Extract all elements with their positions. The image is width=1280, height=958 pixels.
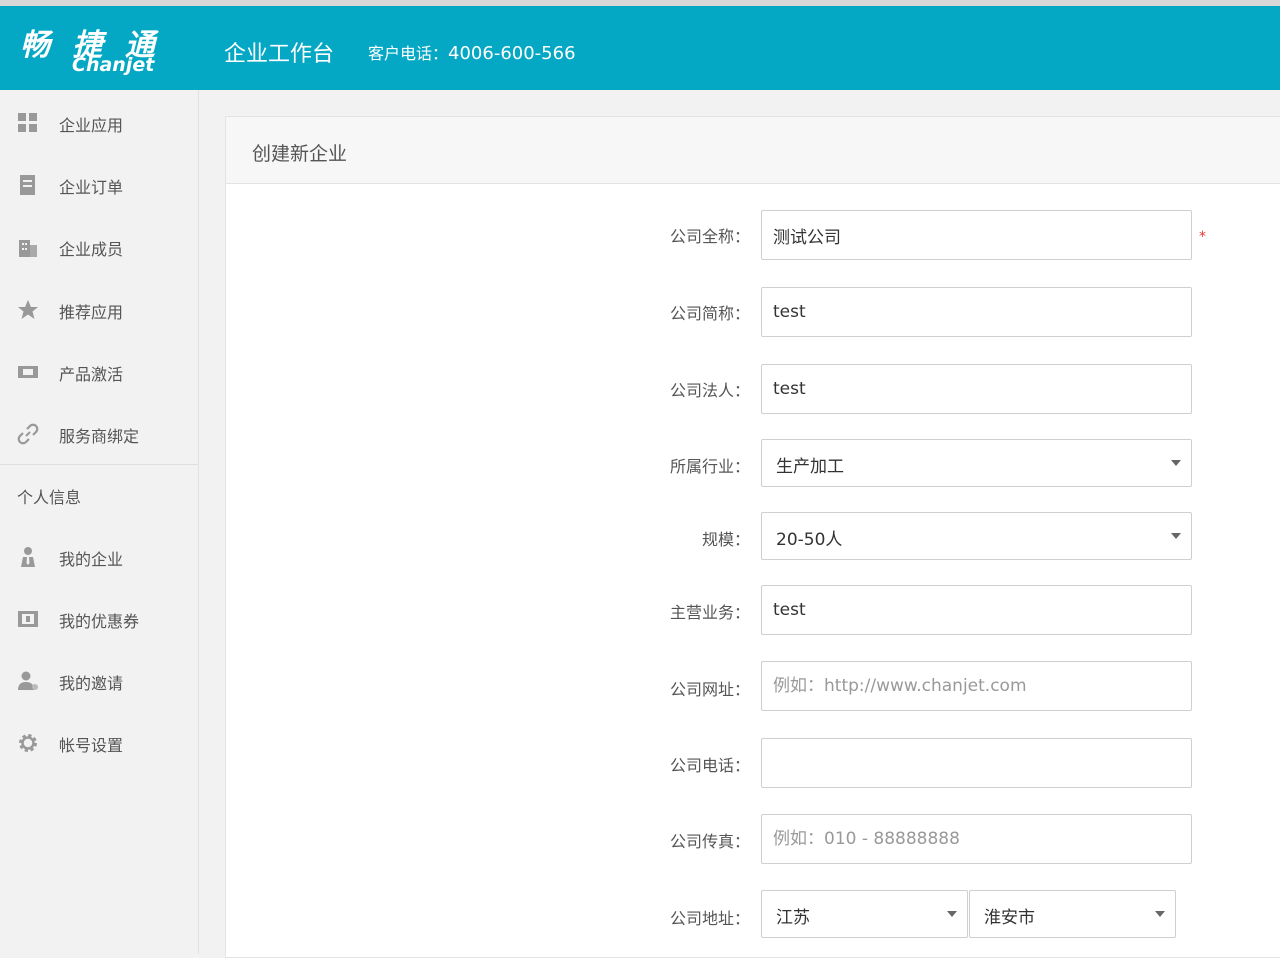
company-website-input[interactable] [761, 661, 1192, 711]
chevron-down-icon [947, 911, 957, 917]
gear-icon [19, 734, 37, 752]
sidebar-item-label: 服务商绑定 [59, 427, 140, 446]
required-mark: * [1199, 229, 1206, 245]
apps-grid-icon [18, 113, 37, 132]
address-label: 公司地址： [669, 909, 750, 928]
province-selected-value: 江苏 [776, 908, 810, 928]
sidebar-item-my-coupons[interactable]: 我的优惠券 [0, 598, 198, 638]
phone-number: 4006-600-566 [448, 43, 576, 64]
sidebar-item-label: 企业订单 [59, 178, 124, 197]
phone-label-field: 公司电话： [669, 756, 750, 775]
scale-label: 规模： [701, 530, 750, 549]
order-document-icon [20, 175, 35, 195]
sidebar-item-enterprise-members[interactable]: 企业成员 [0, 226, 198, 266]
fax-label: 公司传真： [669, 832, 750, 851]
sidebar-item-label: 我的企业 [59, 550, 124, 569]
link-icon [17, 423, 39, 445]
user-invite-icon [18, 671, 38, 690]
chevron-down-icon [1155, 911, 1165, 917]
sidebar-item-provider-binding[interactable]: 服务商绑定 [0, 413, 198, 453]
industry-selected-value: 生产加工 [776, 457, 844, 477]
ticket-icon [18, 366, 38, 378]
star-icon [18, 300, 38, 319]
sidebar-item-enterprise-apps[interactable]: 企业应用 [0, 102, 198, 142]
sidebar-item-product-activation[interactable]: 产品激活 [0, 351, 198, 391]
sidebar-divider [0, 464, 198, 465]
city-select[interactable]: 淮安市 [969, 890, 1176, 938]
phone-label: 客户电话： [368, 44, 449, 63]
main-business-label: 主营业务： [669, 603, 750, 622]
building-icon [19, 240, 37, 257]
sidebar-item-my-enterprise[interactable]: 我的企业 [0, 536, 198, 576]
panel-header: 创建新企业 [226, 117, 1280, 184]
full-name-label: 公司全称： [669, 227, 750, 246]
logo-en-text: Chanjet [72, 54, 155, 76]
company-full-name-input[interactable] [761, 210, 1192, 260]
sidebar-item-label: 企业应用 [59, 116, 124, 135]
scale-select[interactable]: 20-50人 [761, 512, 1192, 560]
app-title: 企业工作台 [224, 42, 335, 67]
sidebar-item-label: 企业成员 [59, 240, 124, 259]
chanjet-logo[interactable]: 畅 捷 通 Chanjet [20, 20, 180, 80]
sidebar-item-label: 我的优惠券 [59, 612, 140, 631]
page-title: 创建新企业 [252, 143, 348, 165]
personal-info-heading: 个人信息 [17, 488, 82, 507]
company-phone-input[interactable] [761, 738, 1192, 788]
city-selected-value: 淮安市 [984, 908, 1035, 928]
company-fax-input[interactable] [761, 814, 1192, 864]
industry-select[interactable]: 生产加工 [761, 439, 1192, 487]
industry-label: 所属行业： [669, 457, 750, 476]
sidebar-item-my-invitations[interactable]: 我的邀请 [0, 660, 198, 700]
sidebar-item-recommended-apps[interactable]: 推荐应用 [0, 289, 198, 329]
province-select[interactable]: 江苏 [761, 890, 968, 938]
legal-person-label: 公司法人： [669, 381, 750, 400]
chevron-down-icon [1171, 533, 1181, 539]
sidebar-item-label: 我的邀请 [59, 674, 124, 693]
company-legal-person-input[interactable] [761, 364, 1192, 414]
sidebar-item-enterprise-orders[interactable]: 企业订单 [0, 164, 198, 204]
company-short-name-input[interactable] [761, 287, 1192, 337]
customer-phone: 客户电话：4006-600-566 [368, 40, 576, 64]
main-business-input[interactable] [761, 585, 1192, 635]
app-header: 畅 捷 通 Chanjet 企业工作台 客户电话：4006-600-566 [0, 6, 1280, 90]
sidebar-item-label: 帐号设置 [59, 736, 124, 755]
sidebar: 企业应用 企业订单 企业成员 推荐应用 产品激活 服务商绑定 个人信息 我的企业… [0, 90, 199, 954]
sidebar-item-account-settings[interactable]: 帐号设置 [0, 722, 198, 762]
scale-selected-value: 20-50人 [776, 530, 843, 550]
person-tie-icon [21, 547, 35, 567]
sidebar-item-label: 推荐应用 [59, 303, 124, 322]
coupon-icon [18, 611, 38, 627]
website-label: 公司网址： [669, 680, 750, 699]
chevron-down-icon [1171, 460, 1181, 466]
sidebar-item-label: 产品激活 [59, 365, 124, 384]
short-name-label: 公司简称： [669, 304, 750, 323]
